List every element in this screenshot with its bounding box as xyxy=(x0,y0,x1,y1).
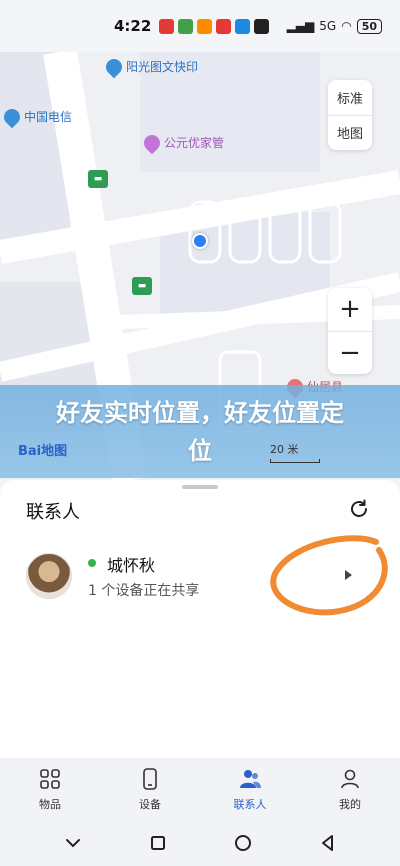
app-notification-icon xyxy=(159,18,175,34)
nav-item-me[interactable]: 我的 xyxy=(300,758,400,820)
poi-telecom[interactable]: 中国电信 xyxy=(0,105,73,128)
poi-label: 公元优家管 xyxy=(164,136,225,150)
title-banner: 好友实时位置，好友位置定位 Bai地图 20 米 xyxy=(0,385,400,478)
zoom-out-button[interactable]: − xyxy=(328,332,372,375)
app-notification-icon xyxy=(178,18,194,34)
nav-label: 联系人 xyxy=(233,797,267,811)
people-icon xyxy=(240,769,261,788)
drag-handle[interactable] xyxy=(182,485,218,489)
map-type-map[interactable]: 地图 xyxy=(328,116,372,151)
zoom-in-button[interactable]: + xyxy=(328,288,372,332)
annotation-circle xyxy=(270,535,388,616)
avatar xyxy=(26,553,72,599)
location-pin-icon xyxy=(102,55,126,78)
bus-stop-icon[interactable]: ▬ xyxy=(88,170,108,188)
scale-label: 20 米 xyxy=(270,443,299,456)
poi-label: 阳光图文快印 xyxy=(126,60,199,74)
system-navigation xyxy=(0,820,400,866)
signal-icon: ▂▄▆ xyxy=(286,19,315,33)
app-notification-icon xyxy=(254,18,270,34)
location-pin-icon xyxy=(0,105,24,128)
map-scale: 20 米 xyxy=(270,441,320,463)
wifi-icon: ◠ xyxy=(341,19,352,33)
recents-icon[interactable] xyxy=(148,833,168,853)
poi-print-shop[interactable]: 阳光图文快印 xyxy=(102,55,199,78)
hide-keyboard-icon[interactable] xyxy=(63,833,83,853)
map-type-toggle[interactable]: 标准 地图 xyxy=(328,80,372,150)
battery-icon: 50 xyxy=(356,18,382,34)
app-notification-icon xyxy=(216,18,232,34)
phone-icon xyxy=(143,767,157,790)
network-type: 5G xyxy=(319,19,337,33)
bus-stop-icon[interactable]: ▬ xyxy=(132,277,152,295)
status-time: 4:22 xyxy=(114,17,152,35)
nav-item-devices[interactable]: 设备 xyxy=(100,758,200,820)
back-icon[interactable] xyxy=(318,833,338,853)
nav-item-items[interactable]: 物品 xyxy=(0,758,100,820)
map-type-standard[interactable]: 标准 xyxy=(328,80,372,116)
contact-name: 城怀秋 xyxy=(107,556,156,575)
poi-store[interactable]: 公元优家管 xyxy=(140,131,225,154)
contact-sharing-status: 1 个设备正在共享 xyxy=(88,583,200,599)
online-status-dot xyxy=(88,559,96,567)
nav-label: 物品 xyxy=(39,797,61,811)
person-icon xyxy=(341,769,359,788)
scale-bar xyxy=(270,459,320,463)
sheet-title: 联系人 xyxy=(26,502,80,523)
refresh-icon[interactable] xyxy=(347,497,371,521)
app-notification-icon xyxy=(197,18,213,34)
my-location-marker xyxy=(192,233,208,249)
notification-icons xyxy=(159,18,270,34)
status-bar: 4:22 ▂▄▆ 5G ◠ 50 xyxy=(0,0,400,52)
status-indicators: ▂▄▆ 5G ◠ 50 xyxy=(286,18,382,34)
grid-icon xyxy=(40,768,60,789)
zoom-controls[interactable]: + − xyxy=(328,288,372,374)
nav-label: 设备 xyxy=(139,797,161,811)
bottom-navigation: 物品 设备 联系人 我的 xyxy=(0,758,400,820)
app-notification-icon xyxy=(235,18,251,34)
store-icon xyxy=(140,131,164,154)
home-icon[interactable] xyxy=(233,833,253,853)
poi-label: 中国电信 xyxy=(24,110,73,124)
nav-label: 我的 xyxy=(339,797,361,811)
contacts-sheet: 联系人 城怀秋 1 个设备正在共享 xyxy=(0,480,400,758)
map-logo: Bai地图 xyxy=(18,444,68,459)
nav-item-contacts[interactable]: 联系人 xyxy=(200,758,300,820)
